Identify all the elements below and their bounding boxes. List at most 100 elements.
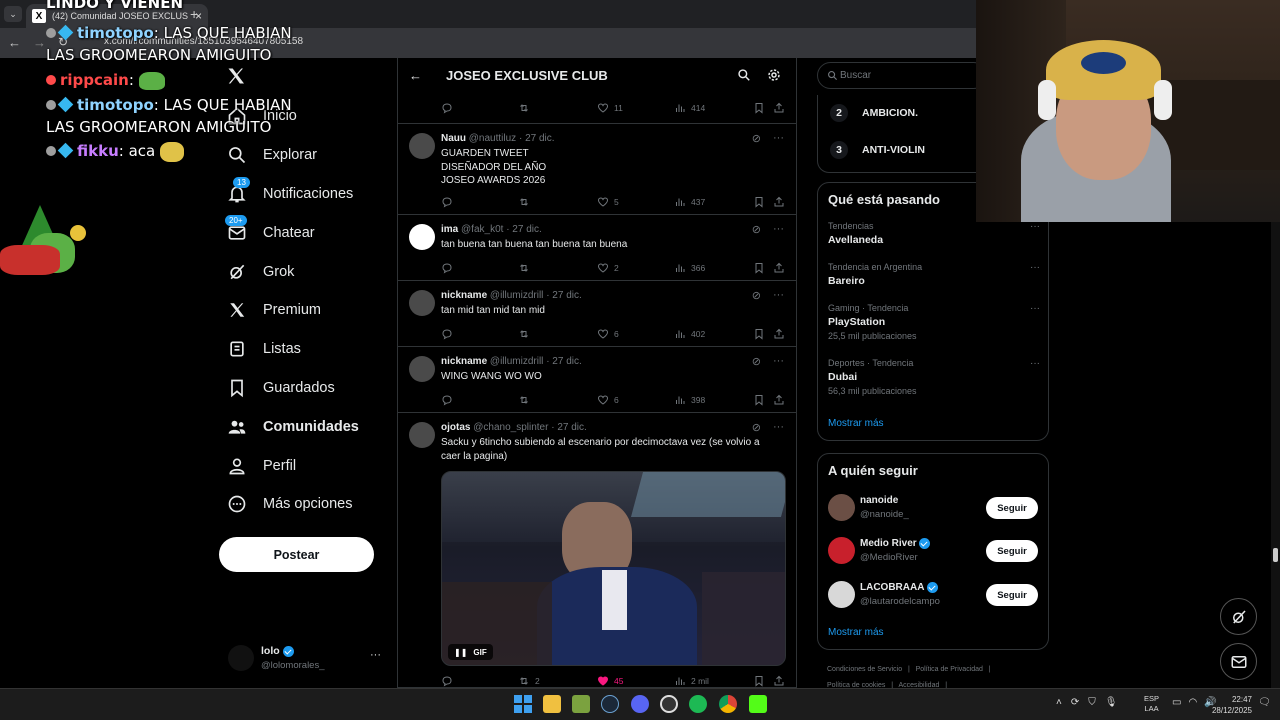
author-name[interactable]: ima bbox=[441, 224, 458, 235]
app-icon[interactable] bbox=[572, 695, 590, 713]
notification-icon[interactable]: 🗨 bbox=[1258, 697, 1271, 708]
footer-link[interactable]: Condiciones de Servicio bbox=[827, 666, 902, 673]
search-input[interactable]: Buscar bbox=[817, 62, 987, 89]
show-more-link[interactable]: Mostrar más bbox=[828, 418, 884, 429]
like-button[interactable]: 6 bbox=[597, 327, 619, 341]
retweet-button[interactable] bbox=[518, 393, 535, 407]
share-icon[interactable] bbox=[773, 195, 785, 209]
follow-suggestion[interactable]: LACOBRAAA @lautarodelcampo Seguir bbox=[818, 581, 1048, 611]
more-icon[interactable]: ··· bbox=[773, 421, 784, 434]
reply-button[interactable] bbox=[441, 195, 458, 209]
author-handle[interactable]: @illumizdrill bbox=[490, 356, 544, 367]
start-button[interactable] bbox=[514, 695, 532, 713]
share-icon[interactable] bbox=[773, 674, 785, 688]
pause-gif-button[interactable]: ❚❚ GIF bbox=[448, 644, 493, 660]
share-icon[interactable] bbox=[773, 261, 785, 275]
grok-icon[interactable]: ⊘ bbox=[752, 355, 761, 368]
chrome-icon[interactable] bbox=[719, 695, 737, 713]
retweet-icon[interactable] bbox=[518, 101, 530, 115]
avatar[interactable] bbox=[409, 290, 435, 316]
views-button[interactable]: 398 bbox=[674, 393, 705, 407]
forward-arrow-icon[interactable]: → bbox=[33, 35, 46, 50]
more-icon[interactable]: ··· bbox=[773, 223, 784, 236]
grok-icon[interactable]: ⊘ bbox=[752, 132, 761, 145]
avatar[interactable] bbox=[409, 224, 435, 250]
nav-item-guardados[interactable]: Guardados bbox=[225, 369, 390, 408]
spotify-icon[interactable] bbox=[689, 695, 707, 713]
follow-button[interactable]: Seguir bbox=[986, 584, 1038, 606]
more-icon[interactable]: ··· bbox=[1030, 221, 1040, 232]
views-button[interactable]: 2 mil bbox=[674, 674, 709, 688]
author-name[interactable]: nickname bbox=[441, 290, 487, 301]
tweet-date[interactable]: · 27 dic. bbox=[506, 224, 542, 235]
tweet[interactable]: Nauu @nauttiluz · 27 dic. ⊘ ··· GUARDEN … bbox=[398, 124, 796, 215]
back-arrow-icon[interactable]: ← bbox=[409, 68, 422, 83]
author-handle[interactable]: @illumizdrill bbox=[490, 290, 544, 301]
tab-list-button[interactable]: ⌄ bbox=[4, 6, 22, 22]
reply-button[interactable] bbox=[441, 674, 458, 688]
bookmark-icon[interactable] bbox=[753, 674, 765, 688]
like-button[interactable]: 11 bbox=[597, 101, 623, 115]
avatar[interactable] bbox=[409, 133, 435, 159]
author-handle[interactable]: @nauttiluz bbox=[469, 133, 516, 144]
shield-icon[interactable]: ⛉ bbox=[1088, 697, 1096, 708]
author-name[interactable]: ojotas bbox=[441, 422, 470, 433]
follow-suggestion[interactable]: Medio River @MedioRiver Seguir bbox=[818, 537, 1048, 567]
retweet-button[interactable] bbox=[518, 327, 535, 341]
account-switcher[interactable]: lolo @lolomorales_ ··· bbox=[228, 643, 388, 675]
more-icon[interactable]: ··· bbox=[1030, 262, 1040, 273]
bookmark-icon[interactable] bbox=[753, 101, 765, 115]
trend-item[interactable]: Gaming · Tendencia PlayStation 25,5 mil … bbox=[828, 303, 1040, 341]
more-icon[interactable]: ··· bbox=[1030, 303, 1040, 314]
share-icon[interactable] bbox=[773, 393, 785, 407]
chevron-up-icon[interactable]: ˄ bbox=[1056, 697, 1062, 708]
language-indicator[interactable]: ESP LAA bbox=[1144, 694, 1159, 714]
nav-item-mas-opciones[interactable]: Más opciones bbox=[225, 485, 390, 524]
more-icon[interactable]: ··· bbox=[773, 355, 784, 368]
retweet-button[interactable] bbox=[518, 195, 535, 209]
steam-icon[interactable] bbox=[601, 695, 619, 713]
like-button[interactable]: 6 bbox=[597, 393, 619, 407]
nav-item-perfil[interactable]: Perfil bbox=[225, 446, 390, 485]
nav-item-chatear[interactable]: 20+ Chatear bbox=[225, 213, 390, 252]
tweet-date[interactable]: · 27 dic. bbox=[546, 290, 582, 301]
post-button[interactable]: Postear bbox=[219, 537, 374, 572]
tweet-date[interactable]: · 27 dic. bbox=[551, 422, 587, 433]
tweet[interactable]: ima @fak_k0t · 27 dic. ⊘ ··· tan buena t… bbox=[398, 215, 796, 281]
tweet[interactable]: nickname @illumizdrill · 27 dic. ⊘ ··· W… bbox=[398, 347, 796, 413]
retweet-button[interactable]: 2 bbox=[518, 674, 540, 688]
clock[interactable]: 22:47 28/12/2025 bbox=[1208, 694, 1252, 716]
avatar[interactable] bbox=[828, 494, 855, 521]
search-icon[interactable] bbox=[737, 68, 751, 82]
author-name[interactable]: nickname bbox=[441, 356, 487, 367]
more-icon[interactable]: ··· bbox=[773, 289, 784, 302]
gif-media[interactable]: ❚❚ GIF bbox=[441, 471, 786, 666]
follow-button[interactable]: Seguir bbox=[986, 497, 1038, 519]
grok-icon[interactable]: ⊘ bbox=[752, 289, 761, 302]
tweet-date[interactable]: · 27 dic. bbox=[519, 133, 555, 144]
sync-icon[interactable]: ⟳ bbox=[1071, 697, 1079, 708]
nav-item-comunidades[interactable]: Comunidades bbox=[225, 407, 390, 446]
author-handle[interactable]: @fak_k0t bbox=[461, 224, 503, 235]
follow-suggestion[interactable]: nanoide @nanoide_ Seguir bbox=[818, 494, 1048, 524]
follow-button[interactable]: Seguir bbox=[986, 540, 1038, 562]
avatar[interactable] bbox=[409, 422, 435, 448]
reply-button[interactable] bbox=[441, 393, 458, 407]
grok-icon[interactable]: ⊘ bbox=[752, 421, 761, 434]
retweet-button[interactable] bbox=[518, 261, 535, 275]
like-button[interactable]: 2 bbox=[597, 261, 619, 275]
reply-button[interactable] bbox=[441, 261, 458, 275]
follow-show-more-link[interactable]: Mostrar más bbox=[828, 627, 884, 638]
more-icon[interactable]: ··· bbox=[370, 649, 381, 661]
discord-icon[interactable] bbox=[631, 695, 649, 713]
views-button[interactable]: 366 bbox=[674, 261, 705, 275]
author-handle[interactable]: @chano_splinter bbox=[473, 422, 548, 433]
trend-item[interactable]: Deportes · Tendencia Dubai 56,3 mil publ… bbox=[828, 358, 1040, 396]
bookmark-icon[interactable] bbox=[753, 195, 765, 209]
like-button[interactable]: 45 bbox=[597, 674, 623, 688]
more-icon[interactable]: ··· bbox=[773, 132, 784, 145]
like-button[interactable]: 5 bbox=[597, 195, 619, 209]
grok-icon[interactable]: ⊘ bbox=[752, 223, 761, 236]
trend-item[interactable]: Tendencias Avellaneda ··· bbox=[828, 221, 1040, 249]
nav-item-listas[interactable]: Listas bbox=[225, 330, 390, 369]
